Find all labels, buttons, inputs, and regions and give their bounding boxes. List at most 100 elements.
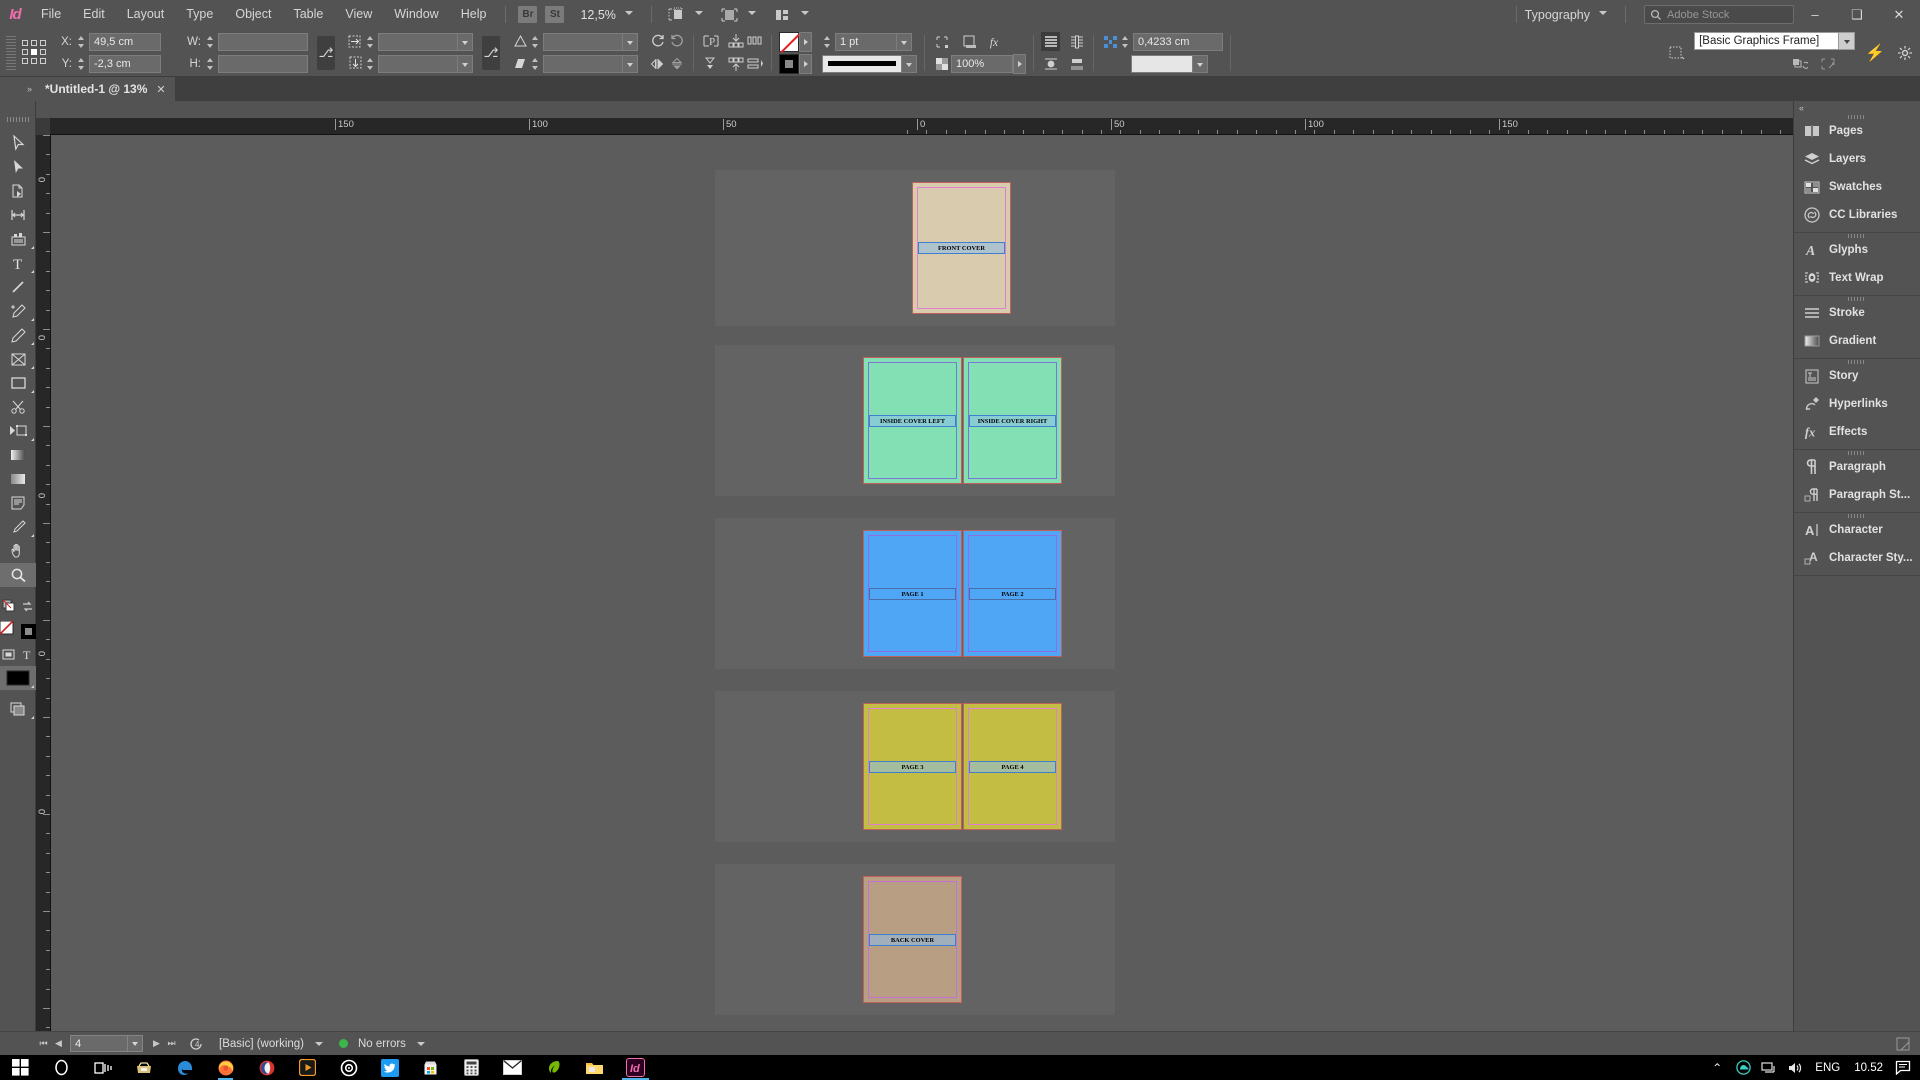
page-3-4-spread[interactable]: PAGE 3 PAGE 4 [715, 691, 1115, 842]
dock-group-handle[interactable] [1848, 360, 1866, 364]
fill-stroke-proxy[interactable] [0, 594, 36, 618]
gap-color-swatch[interactable] [1131, 54, 1193, 73]
gap-stepper[interactable] [1120, 34, 1131, 50]
x-stepper[interactable] [76, 34, 87, 50]
opacity-input[interactable]: 100% [951, 54, 1013, 73]
onedrive-tray-icon[interactable] [1730, 1055, 1756, 1080]
mail-app-icon[interactable] [492, 1055, 533, 1080]
inside-cover-spread[interactable]: INSIDE COVER LEFT INSIDE COVER RIGHT [715, 345, 1115, 496]
menu-object[interactable]: Object [224, 0, 282, 29]
preflight-error-dropdown-icon[interactable] [411, 1034, 429, 1054]
gap-input[interactable]: 0,4233 cm [1133, 32, 1223, 51]
rotation-stepper[interactable] [530, 34, 541, 50]
text-frame[interactable]: INSIDE COVER RIGHT [969, 415, 1056, 427]
text-frame[interactable]: PAGE 2 [969, 588, 1056, 600]
cortana-search-button[interactable] [41, 1055, 82, 1080]
view-options-icon[interactable] [666, 6, 686, 24]
twitter-app-icon[interactable] [369, 1055, 410, 1080]
opacity-dropdown-icon[interactable] [1013, 53, 1026, 74]
fill-swatch-dropdown-icon[interactable] [799, 31, 812, 52]
rotate-cw-button[interactable] [648, 32, 667, 51]
corner-options-icon[interactable] [932, 32, 951, 51]
clock-time[interactable]: 10.52 [1847, 1062, 1890, 1074]
text-wrap-object-shape-button[interactable] [1041, 54, 1060, 73]
workspace-dropdown-icon[interactable] [1599, 10, 1608, 19]
document-resize-grip[interactable] [1893, 1034, 1912, 1053]
previous-page-button[interactable]: ◀ [51, 1034, 66, 1054]
dock-item-effects[interactable]: fx Effects [1794, 418, 1920, 446]
screen-mode-dropdown-icon[interactable] [747, 10, 757, 19]
start-button[interactable] [0, 1055, 41, 1080]
next-page-button[interactable]: ▶ [149, 1034, 164, 1054]
file-explorer-icon[interactable] [574, 1055, 615, 1080]
page-number-input[interactable]: 4 [70, 1035, 128, 1052]
disc-app-icon[interactable] [328, 1055, 369, 1080]
object-style-dropdown[interactable]: [Basic Graphics Frame] [1694, 32, 1840, 50]
back-cover-spread[interactable]: BACK COVER [715, 864, 1115, 1015]
arrange-documents-icon[interactable] [772, 6, 792, 24]
distribute-horizontal-button[interactable] [745, 32, 764, 51]
gap-tool[interactable] [0, 203, 36, 227]
note-tool[interactable] [0, 491, 36, 515]
free-transform-tool[interactable] [0, 419, 36, 443]
indesign-app-icon[interactable]: Id [615, 1055, 656, 1080]
arrange-dropdown-icon[interactable] [800, 10, 810, 19]
language-indicator[interactable]: ENG [1808, 1062, 1847, 1074]
gradient-feather-tool[interactable] [0, 467, 36, 491]
scale-x-input[interactable] [378, 32, 458, 51]
shear-dropdown-icon[interactable] [623, 54, 638, 73]
y-stepper[interactable] [76, 56, 87, 72]
rectangle-frame-tool[interactable] [0, 347, 36, 371]
stroke-weight-input[interactable]: 1 pt [835, 32, 897, 51]
front-cover-spread[interactable]: FRONT COVER [715, 170, 1115, 326]
gradient-swatch-tool[interactable] [0, 443, 36, 467]
dock-item-stroke[interactable]: Stroke [1794, 299, 1920, 327]
stroke-swatch-dropdown-icon[interactable] [799, 53, 812, 74]
rotate-ccw-button[interactable] [667, 32, 686, 51]
dock-item-cc-libraries[interactable]: CC Libraries [1794, 201, 1920, 229]
control-panel-grip[interactable] [6, 35, 16, 70]
stroke-type-preview[interactable] [822, 54, 902, 73]
ruler-origin-corner[interactable] [36, 118, 51, 135]
document-canvas[interactable]: FRONT COVER INSIDE COVER LEFT INSIDE COVER… [51, 135, 1793, 1039]
rotation-dropdown-icon[interactable] [623, 32, 638, 51]
fill-stroke-swatch-large[interactable] [0, 618, 36, 642]
clear-transformations-button[interactable] [1818, 54, 1837, 73]
last-page-button[interactable]: ⏭ [164, 1034, 179, 1054]
constrain-wh-button[interactable]: ⎇ [317, 35, 335, 70]
text-frame[interactable]: PAGE 3 [869, 761, 956, 773]
stock-button[interactable]: St [545, 6, 565, 23]
h-input[interactable] [218, 54, 308, 73]
minimize-button[interactable]: – [1794, 0, 1836, 29]
menu-table[interactable]: Table [282, 0, 334, 29]
pasteboard[interactable]: FRONT COVER INSIDE COVER LEFT INSIDE COVER… [51, 135, 1793, 1039]
stroke-weight-stepper[interactable] [822, 34, 833, 50]
x-input[interactable]: 49,5 cm [89, 32, 161, 51]
dock-item-layers[interactable]: Layers [1794, 145, 1920, 173]
screen-mode-tool[interactable] [0, 697, 36, 721]
apply-color-buttons[interactable] [0, 666, 36, 690]
edge-browser-icon[interactable] [164, 1055, 205, 1080]
bridge-button[interactable]: Br [518, 6, 538, 23]
flip-horizontal-button[interactable] [648, 55, 667, 74]
show-hidden-icons-button[interactable]: ⌃ [1704, 1055, 1730, 1080]
media-player-icon[interactable] [287, 1055, 328, 1080]
dock-expand-button[interactable]: « [1794, 101, 1920, 114]
dock-item-paragraph[interactable]: Paragraph [1794, 453, 1920, 481]
eyedropper-tool[interactable] [0, 515, 36, 539]
text-wrap-none-button[interactable] [1041, 32, 1060, 51]
align-top-button[interactable] [726, 32, 745, 51]
fill-swatch-none[interactable] [779, 31, 799, 52]
firefox-browser-icon[interactable] [205, 1055, 246, 1080]
vertical-ruler[interactable]: 00000 [36, 135, 51, 1039]
line-tool[interactable] [0, 275, 36, 299]
page-inside-cover-right[interactable]: INSIDE COVER RIGHT [963, 357, 1062, 484]
preflight-icon[interactable]: 4 [187, 1034, 206, 1053]
document-tab-close-icon[interactable]: ✕ [156, 83, 165, 96]
nvidia-app-icon[interactable] [533, 1055, 574, 1080]
dock-item-paragraph-st[interactable]: Paragraph St... [1794, 481, 1920, 509]
flip-vertical-button[interactable] [667, 55, 686, 74]
network-tray-icon[interactable] [1756, 1055, 1782, 1080]
dock-item-story[interactable]: Story [1794, 362, 1920, 390]
toolbar-collapse-button[interactable]: » [0, 77, 36, 101]
